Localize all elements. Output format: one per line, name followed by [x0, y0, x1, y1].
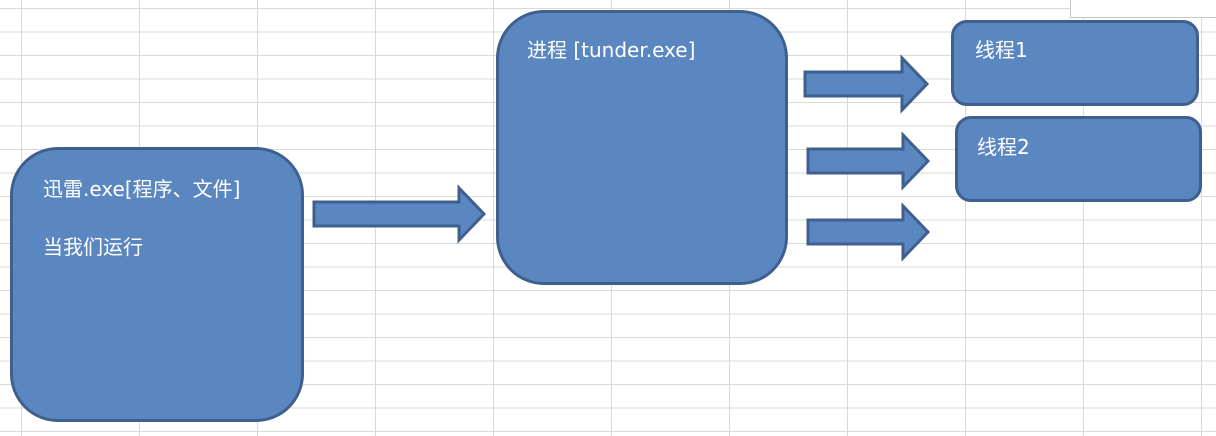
arrow-process-to-thread-2 — [806, 131, 931, 191]
arrow-program-to-process — [312, 184, 487, 244]
arrow-process-to-thread-1 — [803, 54, 930, 114]
arrows-layer — [312, 54, 931, 262]
arrow-process-to-thread-3 — [806, 202, 931, 262]
